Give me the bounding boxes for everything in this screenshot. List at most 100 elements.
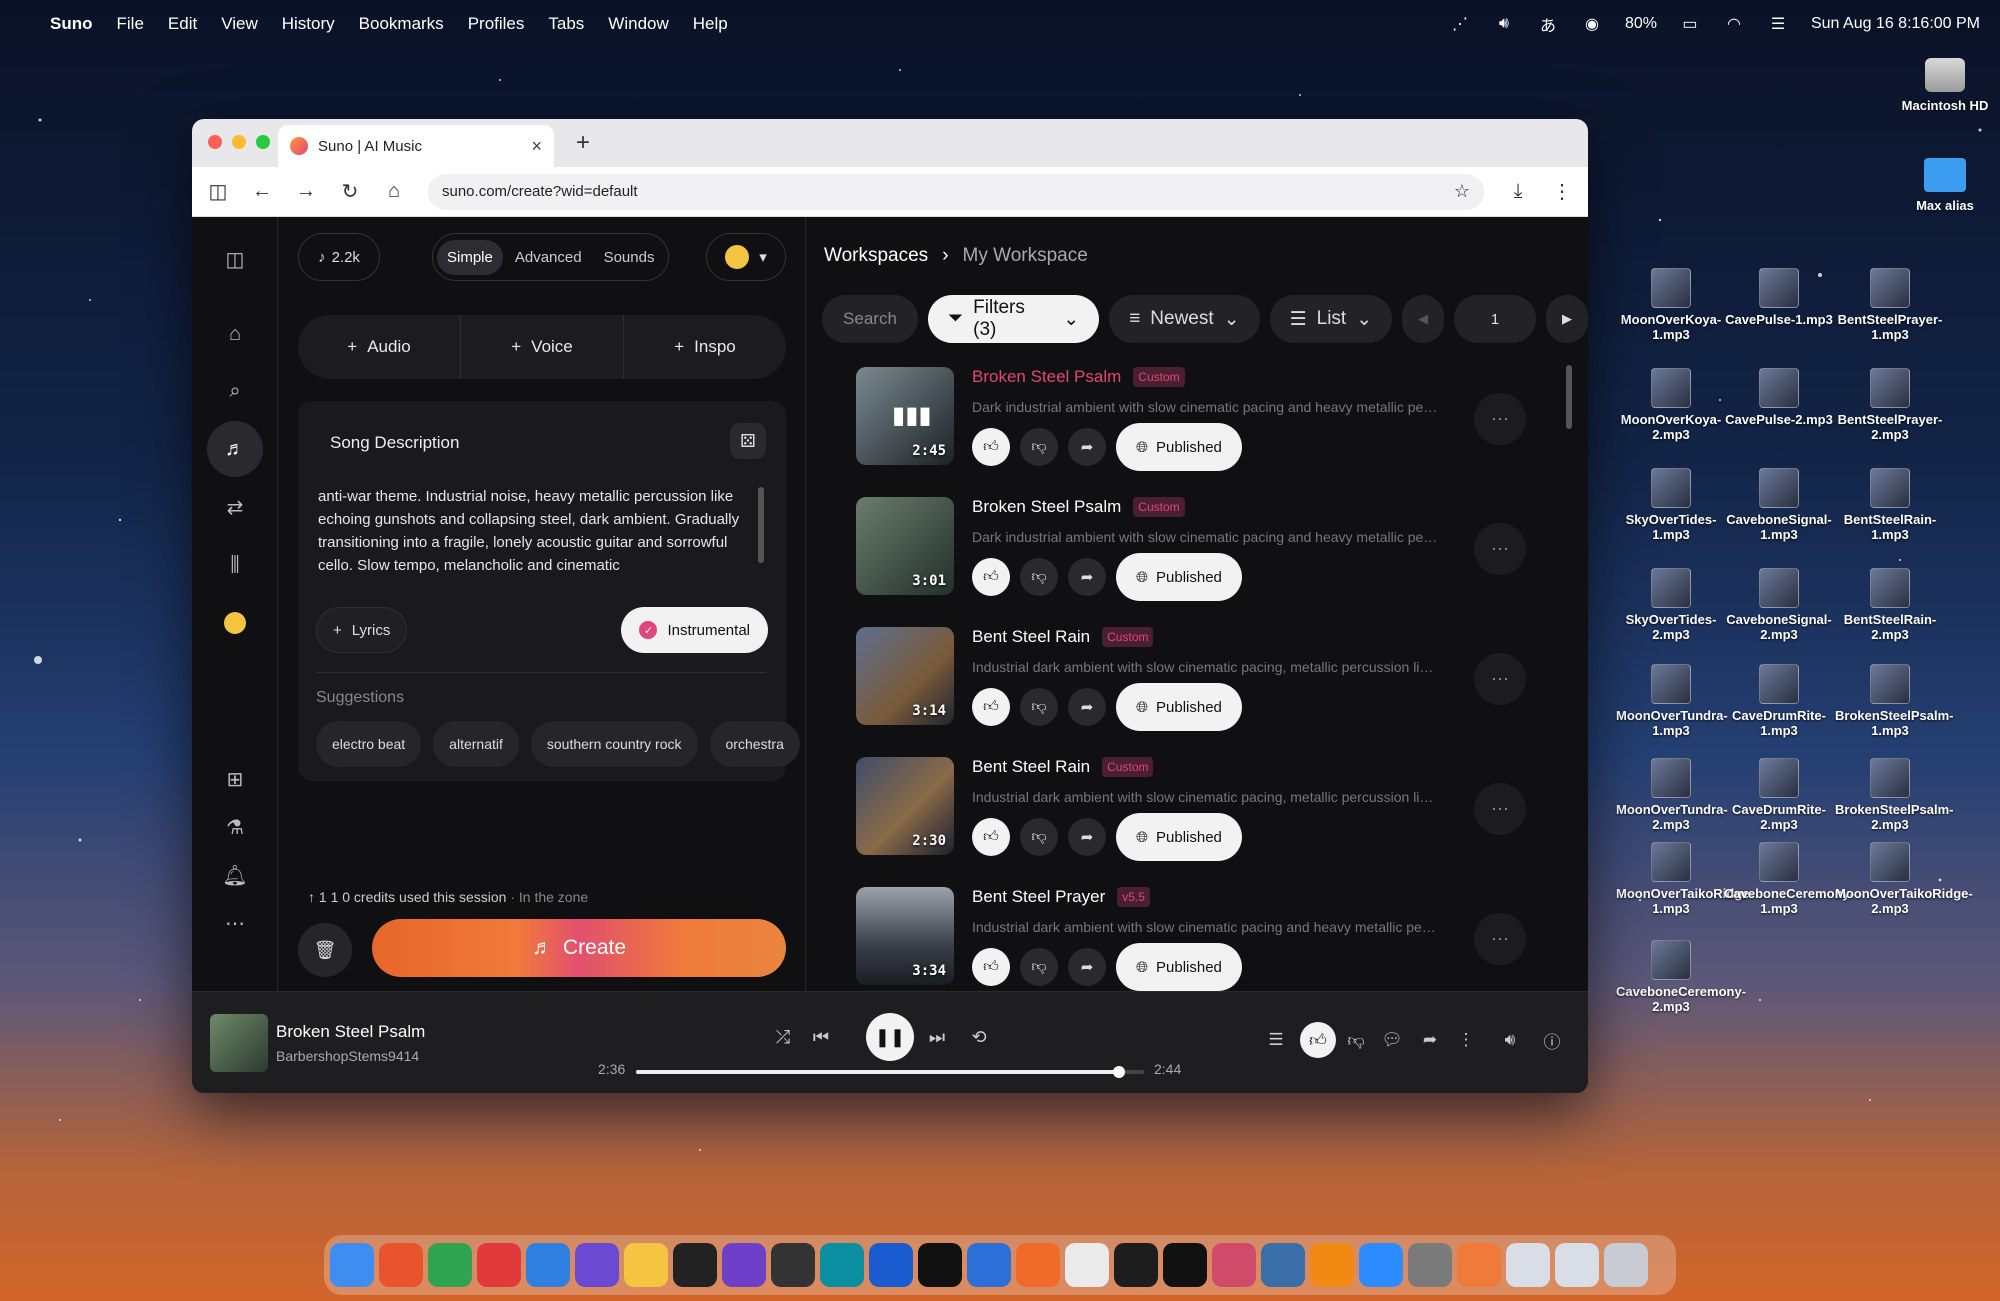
desktop-file[interactable]: CaveDrumRite-1.mp3 [1724,664,1834,738]
dislike-icon[interactable]: 👎︎ [1020,428,1058,466]
queue-icon[interactable]: ☰ [1258,1022,1294,1058]
desktop-file[interactable]: CaveboneSignal-2.mp3 [1724,568,1834,642]
menubar-clock[interactable]: Sun Aug 16 8:16:00 PM [1811,15,1980,33]
zoom-icon[interactable] [1359,1243,1403,1287]
suno-icon[interactable] [1457,1243,1501,1287]
vivaldi-icon[interactable] [477,1243,521,1287]
suggestion-chip[interactable]: electro beat [316,721,422,767]
view-button[interactable]: ☰ List ⌄ [1269,295,1393,343]
browser-tab[interactable]: Suno | AI Music × [278,125,554,167]
published-button[interactable]: 🌐︎ Published [1116,553,1242,601]
progress-knob[interactable] [1112,1066,1125,1078]
song-row[interactable]: 3:14 Bent Steel Rain Custom Industrial dark… [822,627,1552,757]
bitwarden-icon[interactable] [869,1243,913,1287]
preview-icon[interactable] [1506,1243,1550,1287]
song-more-button[interactable]: ⋯ [1474,653,1526,705]
dislike-icon[interactable]: 👎︎ [1020,818,1058,856]
next-page-button[interactable]: ▶ [1546,295,1588,343]
prev-page-button[interactable]: ◀ [1402,295,1445,343]
github-icon[interactable] [722,1243,766,1287]
desktop-file[interactable]: CaveboneCeremony-1.mp3 [1724,842,1854,916]
desktop-drive[interactable]: Macintosh HD [1890,58,2000,113]
close-window-button[interactable] [208,135,222,149]
suggestion-chip[interactable]: alternatif [433,721,519,767]
desktop-file[interactable]: MoonOverKoya-1.mp3 [1616,268,1726,342]
list-scrollbar[interactable] [1566,365,1572,429]
trash-button[interactable]: 🗑︎ [298,923,352,977]
add-audio-button[interactable]: + Audio [298,315,461,379]
breadcrumb-workspaces[interactable]: Workspaces [824,245,928,267]
song-title[interactable]: Bent Steel Rain [972,627,1090,647]
create-button[interactable]: ♬ Create [372,919,786,977]
desktop-file[interactable]: CavePulse-1.mp3 [1724,268,1834,327]
published-button[interactable]: 🌐︎ Published [1116,813,1242,861]
song-title[interactable]: Bent Steel Prayer [972,887,1105,907]
menu-help[interactable]: Help [693,14,728,34]
menu-profiles[interactable]: Profiles [468,14,525,34]
desktop-file[interactable]: BentSteelRain-2.mp3 [1835,568,1945,642]
address-bar[interactable]: suno.com/create?wid=default ☆ [428,173,1484,210]
studio-nav-icon[interactable]: ⇄ [207,479,263,535]
arduino-icon[interactable] [820,1243,864,1287]
desktop-file[interactable]: CaveboneCeremony-2.mp3 [1616,940,1746,1014]
download-icon[interactable]: ⤓ [1508,180,1528,203]
search-input[interactable]: Search [822,295,918,343]
volume-icon[interactable]: 🔊︎ [1492,1022,1528,1058]
add-voice-button[interactable]: + Voice [461,315,624,379]
song-description-textarea[interactable]: anti-war theme. Industrial noise, heavy … [318,485,748,577]
user-icon[interactable]: ◉ [1581,16,1603,33]
song-cover[interactable]: 2:30 [856,757,954,855]
search-nav-icon[interactable]: ⌕ [207,363,263,419]
add-inspo-button[interactable]: + Inspo [624,315,786,379]
more-vert-icon[interactable]: ⋮ [1448,1022,1484,1058]
chrome-icon[interactable] [428,1243,472,1287]
menu-tabs[interactable]: Tabs [548,14,584,34]
like-icon[interactable]: 👍︎ [1300,1022,1336,1058]
desktop-folder[interactable]: Max alias [1890,158,2000,213]
desktop-file[interactable]: MoonOverTundra-2.mp3 [1616,758,1728,832]
finder-icon[interactable] [330,1243,374,1287]
like-icon[interactable]: 👍︎ [972,558,1010,596]
song-more-button[interactable]: ⋯ [1474,913,1526,965]
pause-button[interactable]: ❚❚ [866,1013,914,1061]
lyrics-button[interactable]: + Lyrics [316,607,408,653]
share-icon[interactable]: ➦ [1068,428,1106,466]
desktop-file[interactable]: BentSteelRain-1.mp3 [1835,468,1945,542]
new-tab-icon[interactable]: + [576,129,590,157]
song-cover[interactable]: 3:01 [856,497,954,595]
dislike-icon[interactable]: 👎︎ [1338,1022,1374,1058]
terminal-icon[interactable] [1163,1243,1207,1287]
menu-view[interactable]: View [221,14,258,34]
song-row[interactable]: ▮▮▮ 2:45 Broken Steel Psalm Custom Dark indu… [822,367,1552,497]
preview2-icon[interactable] [1555,1243,1599,1287]
info-icon[interactable]: ⓘ [1534,1022,1570,1058]
desktop-file[interactable]: MoonOverKoya-2.mp3 [1616,368,1726,442]
forward-icon[interactable]: → [296,180,316,203]
share-icon[interactable]: ➦ [1412,1022,1448,1058]
like-icon[interactable]: 👍︎ [972,428,1010,466]
obs-icon[interactable] [771,1243,815,1287]
collapse-sidebar-icon[interactable]: ◫ [207,231,263,287]
now-playing-title[interactable]: Broken Steel Psalm [276,1022,425,1042]
desktop-file[interactable]: BentSteelPrayer-2.mp3 [1835,368,1945,442]
description-scrollbar[interactable] [758,487,764,563]
desktop-file[interactable]: BentSteelPrayer-1.mp3 [1835,268,1945,342]
menu-history[interactable]: History [282,14,335,34]
create-nav-icon[interactable]: ♬ [207,421,263,477]
back-icon[interactable]: ← [252,180,272,203]
comment-icon[interactable]: 💬︎ [1374,1022,1410,1058]
desktop-file[interactable]: CaveboneSignal-1.mp3 [1724,468,1834,542]
control-center-icon[interactable]: ☰ [1767,16,1789,33]
settings-icon[interactable] [1408,1243,1452,1287]
garageband-icon[interactable] [1016,1243,1060,1287]
dislike-icon[interactable]: 👎︎ [1020,558,1058,596]
desktop-file[interactable]: SkyOverTides-1.mp3 [1616,468,1726,542]
now-playing-artist[interactable]: BarbershopStems9414 [276,1048,419,1064]
more-icon[interactable]: ⋯ [207,895,263,951]
mode-advanced[interactable]: Advanced [505,240,592,275]
cyberduck-icon[interactable] [624,1243,668,1287]
published-button[interactable]: 🌐︎ Published [1116,423,1242,471]
song-cover[interactable]: 3:34 [856,887,954,985]
menu-edit[interactable]: Edit [168,14,197,34]
desktop-file[interactable]: CaveDrumRite-2.mp3 [1724,758,1834,832]
